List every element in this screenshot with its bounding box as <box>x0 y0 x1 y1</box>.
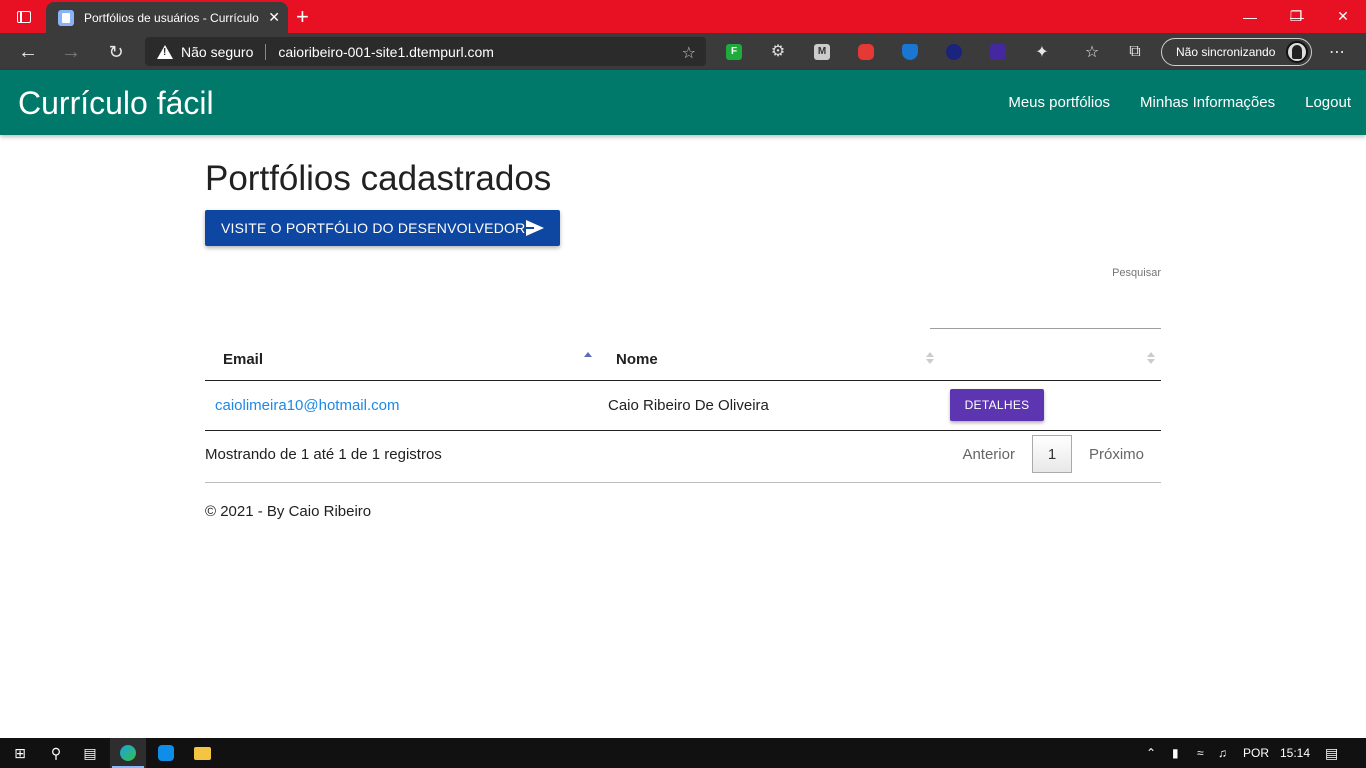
more-menu-icon[interactable]: ⋯ <box>1326 41 1348 63</box>
task-view-icon[interactable]: ▤ <box>72 738 108 768</box>
header-email[interactable]: Email <box>205 340 598 381</box>
security-label[interactable]: Não seguro <box>181 44 253 60</box>
header-actions[interactable] <box>940 340 1161 381</box>
table-info: Mostrando de 1 até 1 de 1 registros <box>205 446 442 463</box>
extension-m-icon[interactable]: M <box>814 44 830 60</box>
back-icon[interactable]: ← <box>14 39 42 65</box>
sort-asc-icon <box>584 352 592 364</box>
restore-window-icon[interactable]: ❐ <box>1273 0 1319 33</box>
windows-start-icon[interactable]: ⊞ <box>2 738 38 768</box>
extension-braces-icon[interactable] <box>990 44 1006 60</box>
taskbar: ⊞ ⚲ ▤ ⌃ ▮ ≈ ♫ POR 15:14 ▤ <box>0 738 1366 768</box>
close-window-icon[interactable]: ✕ <box>1320 0 1366 33</box>
search-label: Pesquisar <box>1112 267 1161 279</box>
tab-close-icon[interactable]: ✕ <box>268 9 280 26</box>
add-favorite-icon[interactable]: ☆ <box>682 43 696 63</box>
search-icon[interactable]: ⚲ <box>38 738 74 768</box>
extension-shield-icon[interactable] <box>902 44 918 60</box>
extension-video-icon[interactable] <box>858 44 874 60</box>
header-nome-label: Nome <box>616 351 658 369</box>
tab-title: Portfólios de usuários - Currículo fácil <box>84 10 260 25</box>
minimize-window-icon[interactable]: — <box>1227 0 1273 33</box>
avatar <box>1286 41 1308 63</box>
footer-divider <box>205 482 1161 483</box>
volume-muted-icon[interactable]: ♫ <box>1218 738 1227 768</box>
brand-logo[interactable]: Currículo fácil <box>18 85 214 122</box>
sort-icon <box>1147 352 1155 364</box>
tab-favicon-icon <box>58 9 74 26</box>
tray-chevron-icon[interactable]: ⌃ <box>1146 738 1156 768</box>
file-explorer-icon[interactable] <box>184 738 220 768</box>
table-header-row: Email Nome <box>205 340 1161 381</box>
detalhes-button[interactable]: DETALHES <box>950 389 1044 421</box>
header-email-label: Email <box>223 351 264 369</box>
forward-icon[interactable]: → <box>57 39 85 65</box>
page-title: Portfólios cadastrados <box>205 159 552 198</box>
visit-developer-portfolio-button[interactable]: VISITE O PORTFÓLIO DO DESENVOLVEDOR! <box>205 210 560 246</box>
wifi-icon[interactable]: ≈ <box>1197 738 1204 768</box>
nav-meus-portfolios[interactable]: Meus portfólios <box>1008 94 1110 111</box>
clock[interactable]: 15:14 <box>1280 738 1310 768</box>
address-bar[interactable]: Não seguro caioribeiro-001-site1.dtempur… <box>145 37 706 66</box>
extension-a-icon[interactable] <box>946 44 962 60</box>
favorites-icon[interactable]: ☆ <box>1081 41 1103 63</box>
portfolios-table: Email Nome caiolimeira10@hotmail.com Cai… <box>205 340 1161 431</box>
dev-button-label: VISITE O PORTFÓLIO DO DESENVOLVEDOR! <box>221 220 530 236</box>
sort-icon <box>926 352 934 364</box>
cell-action: DETALHES <box>940 380 1161 431</box>
browser-titlebar: Portfólios de usuários - Currículo fácil… <box>0 0 1366 33</box>
new-tab-button[interactable]: + <box>296 4 309 30</box>
pagination: Anterior 1 Próximo <box>945 435 1161 473</box>
sync-label: Não sincronizando <box>1176 45 1276 59</box>
battery-icon[interactable]: ▮ <box>1172 738 1179 768</box>
address-divider <box>265 43 267 60</box>
extension-f-icon[interactable]: F <box>726 44 742 60</box>
extension-gear-icon[interactable]: ⚙ <box>770 44 786 60</box>
footer-text: © 2021 - By Caio Ribeiro <box>205 503 372 520</box>
nav-minhas-informacoes[interactable]: Minhas Informações <box>1140 94 1275 111</box>
cell-email: caiolimeira10@hotmail.com <box>205 380 598 431</box>
refresh-icon[interactable]: ↻ <box>102 39 130 65</box>
url-text[interactable]: caioribeiro-001-site1.dtempurl.com <box>278 44 494 60</box>
email-link[interactable]: caiolimeira10@hotmail.com <box>215 397 399 414</box>
table-row: caiolimeira10@hotmail.com Caio Ribeiro D… <box>205 380 1161 431</box>
cell-nome: Caio Ribeiro De Oliveira <box>598 380 940 431</box>
send-icon <box>526 220 544 236</box>
browser-tab[interactable]: Portfólios de usuários - Currículo fácil… <box>46 2 288 33</box>
browser-toolbar: ← → ↻ Não seguro caioribeiro-001-site1.d… <box>0 33 1366 70</box>
collections-icon[interactable]: ⧉ <box>1124 41 1146 63</box>
notifications-icon[interactable]: ▤ <box>1325 738 1338 768</box>
warning-icon <box>157 44 173 59</box>
teamviewer-icon[interactable] <box>148 738 184 768</box>
pagination-next[interactable]: Próximo <box>1072 446 1161 463</box>
pagination-prev[interactable]: Anterior <box>945 446 1032 463</box>
edge-icon[interactable] <box>110 738 146 768</box>
nav-logout[interactable]: Logout <box>1305 94 1351 111</box>
extensions-puzzle-icon[interactable]: ✦ <box>1031 41 1053 63</box>
language-indicator[interactable]: POR <box>1243 738 1269 768</box>
search-input[interactable] <box>930 307 1161 329</box>
app-navbar: Currículo fácil Meus portfólios Minhas I… <box>0 70 1366 135</box>
profile-sync-button[interactable]: Não sincronizando <box>1161 38 1312 66</box>
header-nome[interactable]: Nome <box>598 340 940 381</box>
pagination-current[interactable]: 1 <box>1031 435 1072 473</box>
nav-links: Meus portfólios Minhas Informações Logou… <box>1008 94 1351 111</box>
tab-actions-icon[interactable] <box>10 8 38 26</box>
